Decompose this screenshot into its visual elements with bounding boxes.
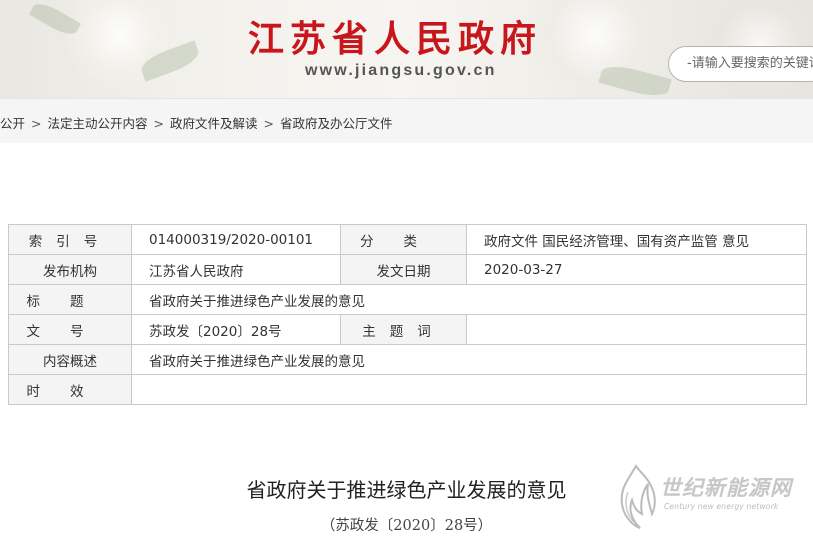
breadcrumb-item-gov-documents[interactable]: 政府文件及解读 xyxy=(170,113,258,132)
date-value: 2020-03-27 xyxy=(466,254,807,285)
breadcrumb-item-statutory-content[interactable]: 法定主动公开内容 xyxy=(48,113,148,132)
index-label: 索引号 xyxy=(8,224,132,255)
site-title[interactable]: 江苏省人民政府 xyxy=(248,10,542,62)
keywords-label: 主题词 xyxy=(340,314,467,345)
table-row: 标题 省政府关于推进绿色产业发展的意见 xyxy=(8,284,807,315)
watermark-text: 世纪新能源网 xyxy=(660,476,792,500)
summary-label: 内容概述 xyxy=(8,344,132,375)
keywords-value xyxy=(466,314,807,345)
date-label: 发文日期 xyxy=(340,254,467,285)
summary-value: 省政府关于推进绿色产业发展的意见 xyxy=(131,344,807,375)
search-input[interactable] xyxy=(687,56,813,71)
breadcrumb: 公开 > 法定主动公开内容 > 政府文件及解读 > 省政府及办公厅文件 xyxy=(0,98,813,143)
publisher-value: 江苏省人民政府 xyxy=(131,254,341,285)
title-label: 标题 xyxy=(8,284,132,315)
site-url[interactable]: www.jiangsu.gov.cn xyxy=(305,62,497,80)
table-row: 时效 xyxy=(8,374,807,405)
table-row: 文号 苏政发〔2020〕28号 主题词 xyxy=(8,314,807,345)
title-value: 省政府关于推进绿色产业发展的意见 xyxy=(131,284,807,315)
table-row: 索引号 014000319/2020-00101 分类 政府文件 国民经济管理、… xyxy=(8,224,807,255)
publisher-label: 发布机构 xyxy=(8,254,132,285)
category-label: 分类 xyxy=(340,224,467,255)
index-value: 014000319/2020-00101 xyxy=(131,224,341,255)
breadcrumb-item-public[interactable]: 公开 xyxy=(0,113,25,132)
breadcrumb-separator: > xyxy=(263,116,274,131)
flame-logo-icon xyxy=(620,464,656,529)
table-row: 发布机构 江苏省人民政府 发文日期 2020-03-27 xyxy=(8,254,807,285)
watermark: 世纪新能源网 Century new energy network xyxy=(606,462,813,532)
breadcrumb-item-office-documents[interactable]: 省政府及办公厅文件 xyxy=(280,113,393,132)
breadcrumb-separator: > xyxy=(153,116,164,131)
validity-label: 时效 xyxy=(8,374,132,405)
breadcrumb-separator: > xyxy=(31,116,42,131)
docno-label: 文号 xyxy=(8,314,132,345)
docno-value: 苏政发〔2020〕28号 xyxy=(131,314,341,345)
decorative-flower xyxy=(60,0,180,90)
table-row: 内容概述 省政府关于推进绿色产业发展的意见 xyxy=(8,344,807,375)
category-value: 政府文件 国民经济管理、国有资产监管 意见 xyxy=(466,224,807,255)
site-header: 江苏省人民政府 www.jiangsu.gov.cn xyxy=(0,0,813,98)
validity-value xyxy=(131,374,807,405)
search-box[interactable] xyxy=(668,46,813,82)
document-info-table: 索引号 014000319/2020-00101 分类 政府文件 国民经济管理、… xyxy=(8,224,807,405)
watermark-subtext: Century new energy network xyxy=(664,502,779,511)
